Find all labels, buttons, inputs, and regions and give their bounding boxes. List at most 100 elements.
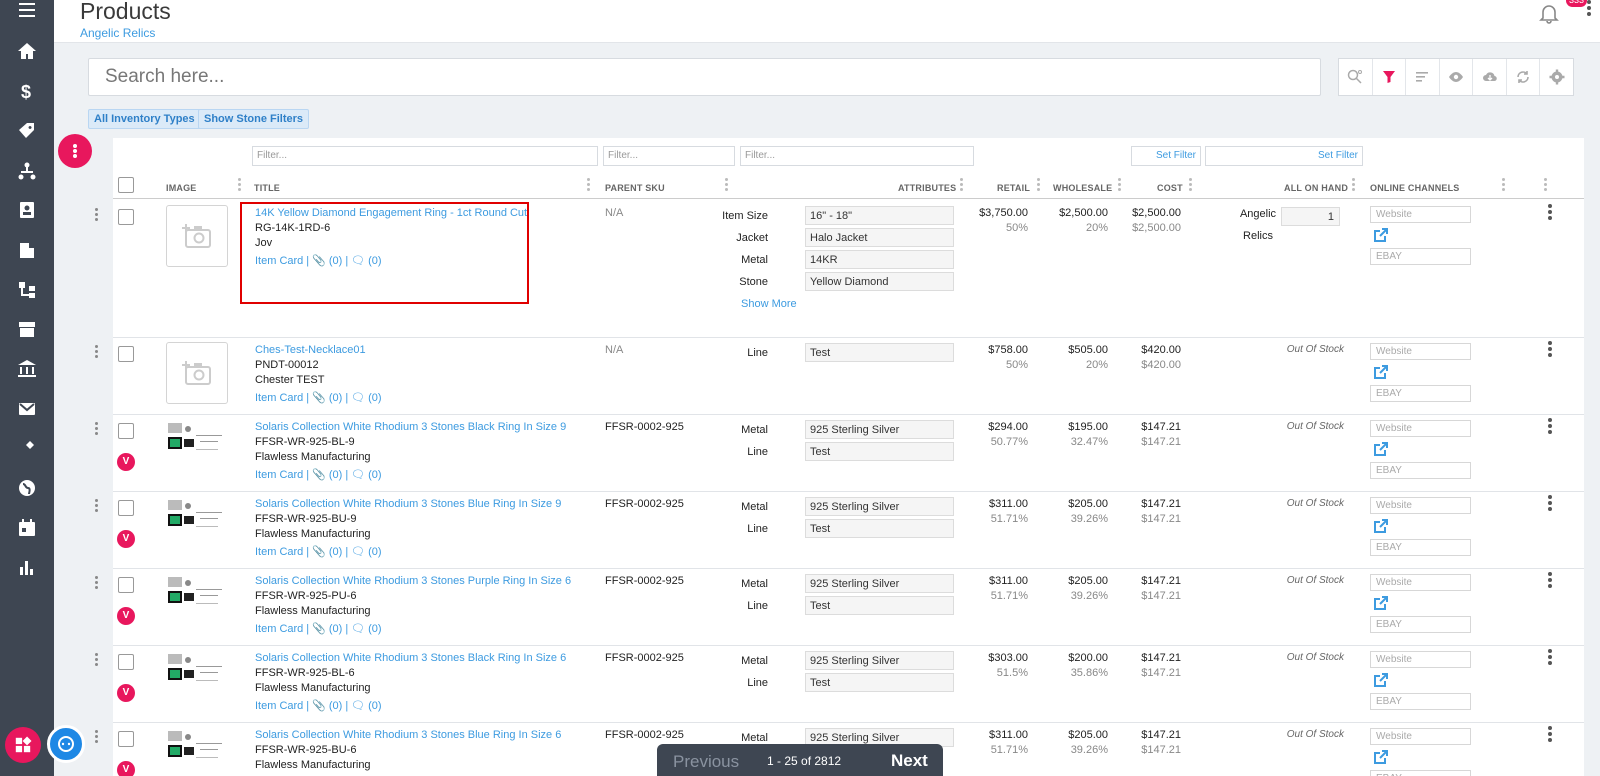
- column-menu-icon[interactable]: [1118, 178, 1121, 194]
- website-channel[interactable]: Website: [1370, 420, 1471, 437]
- attachment-count[interactable]: (0): [329, 546, 342, 558]
- attribute-value[interactable]: Test: [805, 673, 954, 692]
- paperclip-icon[interactable]: 📎: [312, 700, 326, 712]
- row-checkbox[interactable]: [118, 654, 134, 670]
- column-title[interactable]: TITLE: [254, 183, 280, 193]
- download-button[interactable]: [1473, 59, 1507, 95]
- attachment-count[interactable]: (0): [329, 623, 342, 635]
- page-subtitle[interactable]: Angelic Relics: [80, 26, 155, 40]
- attachment-count[interactable]: (0): [329, 392, 342, 404]
- paperclip-icon[interactable]: 📎: [312, 623, 326, 635]
- attachment-count[interactable]: (0): [329, 469, 342, 481]
- ebay-channel[interactable]: EBAY: [1370, 770, 1471, 776]
- attribute-value[interactable]: Test: [805, 442, 954, 461]
- comment-count[interactable]: (0): [368, 469, 381, 481]
- website-channel[interactable]: Website: [1370, 343, 1471, 360]
- website-channel[interactable]: Website: [1370, 206, 1471, 223]
- item-card-link[interactable]: Item Card: [255, 546, 303, 558]
- row-checkbox[interactable]: [118, 577, 134, 593]
- image-placeholder[interactable]: [166, 205, 228, 267]
- product-thumbnail[interactable]: [166, 650, 228, 694]
- column-menu-icon[interactable]: [1037, 178, 1040, 194]
- column-menu-icon[interactable]: [1189, 178, 1192, 194]
- drag-handle-icon[interactable]: [95, 345, 101, 361]
- row-checkbox[interactable]: [118, 500, 134, 516]
- globe-icon[interactable]: [13, 474, 41, 502]
- website-channel[interactable]: Website: [1370, 574, 1471, 591]
- search-input[interactable]: [89, 59, 1320, 95]
- mail-icon[interactable]: [13, 395, 41, 423]
- website-channel[interactable]: Website: [1370, 651, 1471, 668]
- drag-handle-icon[interactable]: [95, 499, 101, 515]
- ebay-channel[interactable]: EBAY: [1370, 462, 1471, 479]
- attribute-value[interactable]: Test: [805, 343, 954, 362]
- attribute-value[interactable]: 16" - 18": [805, 206, 954, 225]
- sort-button[interactable]: [1406, 59, 1440, 95]
- row-menu-icon[interactable]: [1546, 341, 1554, 359]
- drag-handle-icon[interactable]: [95, 653, 101, 669]
- item-card-link[interactable]: Item Card: [255, 392, 303, 404]
- ebay-channel[interactable]: EBAY: [1370, 385, 1471, 402]
- column-wholesale[interactable]: WHOLESALE: [1053, 183, 1112, 193]
- row-menu-icon[interactable]: [1546, 572, 1554, 590]
- on-hand-quantity[interactable]: 1: [1281, 207, 1340, 226]
- attribute-value[interactable]: Halo Jacket: [805, 228, 954, 247]
- paperclip-icon[interactable]: 📎: [312, 392, 326, 404]
- attribute-value[interactable]: 925 Sterling Silver: [805, 497, 954, 516]
- cost-set-filter[interactable]: Set Filter: [1131, 146, 1201, 166]
- row-checkbox[interactable]: [118, 731, 134, 747]
- column-menu-icon[interactable]: [238, 178, 241, 194]
- ebay-channel[interactable]: EBAY: [1370, 693, 1471, 710]
- drag-handle-icon[interactable]: [95, 730, 101, 746]
- drag-handle-icon[interactable]: [95, 422, 101, 438]
- advanced-search-button[interactable]: [1339, 59, 1373, 95]
- tools-icon[interactable]: [13, 434, 41, 462]
- drag-handle-icon[interactable]: [95, 208, 101, 224]
- more-options-icon[interactable]: [1584, 0, 1594, 30]
- item-card-link[interactable]: Item Card: [255, 623, 303, 635]
- website-channel[interactable]: Website: [1370, 728, 1471, 745]
- attribute-value[interactable]: 14KR: [805, 250, 954, 269]
- actions-fab[interactable]: [58, 134, 92, 168]
- column-attributes[interactable]: ATTRIBUTES: [898, 183, 956, 193]
- row-menu-icon[interactable]: [1546, 726, 1554, 744]
- external-link-icon[interactable]: [1373, 364, 1389, 380]
- row-menu-icon[interactable]: [1546, 495, 1554, 513]
- column-menu-icon[interactable]: [1352, 178, 1355, 194]
- external-link-icon[interactable]: [1373, 672, 1389, 688]
- inventory-types-chip[interactable]: All Inventory Types: [88, 109, 201, 129]
- comment-icon[interactable]: 🗨: [351, 623, 365, 635]
- comment-icon[interactable]: 🗨: [351, 546, 365, 558]
- next-button[interactable]: Next: [891, 751, 928, 771]
- product-title-link[interactable]: Solaris Collection White Rhodium 3 Stone…: [255, 498, 561, 510]
- previous-button[interactable]: Previous: [673, 752, 739, 772]
- column-retail[interactable]: RETAIL: [997, 183, 1030, 193]
- dollar-icon[interactable]: $: [13, 77, 41, 105]
- on-hand-set-filter[interactable]: Set Filter: [1205, 146, 1363, 166]
- home-icon[interactable]: [13, 37, 41, 65]
- external-link-icon[interactable]: [1373, 749, 1389, 765]
- comment-icon[interactable]: 🗨: [351, 469, 365, 481]
- parent-sku-filter[interactable]: Filter...: [603, 146, 735, 166]
- calendar-icon[interactable]: [13, 514, 41, 542]
- external-link-icon[interactable]: [1373, 595, 1389, 611]
- show-more-link[interactable]: Show More: [741, 298, 797, 310]
- external-link-icon[interactable]: [1373, 441, 1389, 457]
- drag-handle-icon[interactable]: [95, 576, 101, 592]
- product-thumbnail[interactable]: [166, 573, 228, 617]
- product-title-link[interactable]: Solaris Collection White Rhodium 3 Stone…: [255, 652, 566, 664]
- comment-count[interactable]: (0): [368, 700, 381, 712]
- hierarchy-icon[interactable]: [13, 157, 41, 185]
- product-title-link[interactable]: Solaris Collection White Rhodium 3 Stone…: [255, 421, 566, 433]
- contacts-icon[interactable]: [13, 196, 41, 224]
- sync-button[interactable]: [1507, 59, 1541, 95]
- filter-button[interactable]: [1373, 59, 1407, 95]
- product-thumbnail[interactable]: [166, 419, 228, 463]
- bell-icon[interactable]: [1538, 2, 1560, 24]
- attribute-value[interactable]: 925 Sterling Silver: [805, 420, 954, 439]
- attachment-count[interactable]: (0): [329, 700, 342, 712]
- column-menu-icon[interactable]: [960, 178, 963, 194]
- stone-filters-chip[interactable]: Show Stone Filters: [198, 109, 310, 129]
- row-checkbox[interactable]: [118, 209, 134, 225]
- support-button[interactable]: [47, 725, 85, 763]
